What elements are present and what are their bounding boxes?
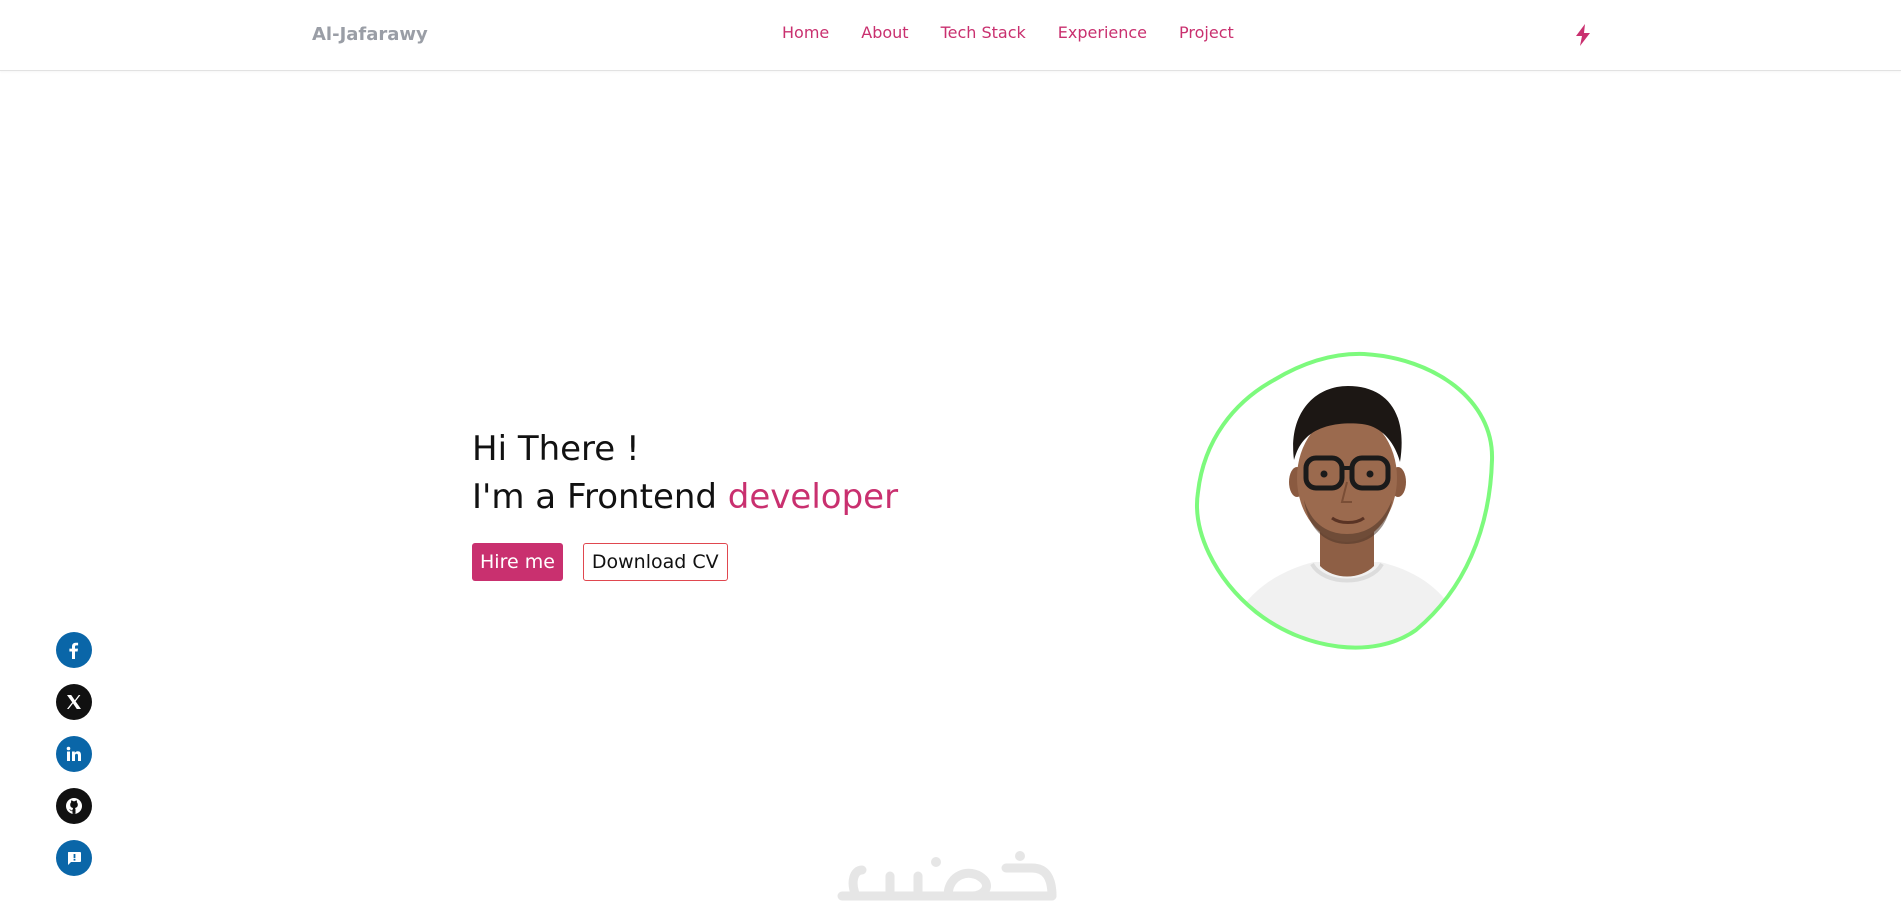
message-icon: [68, 852, 81, 865]
top-navbar: Al-Jafarawy Home About Tech Stack Experi…: [0, 0, 1901, 71]
social-links: [56, 632, 92, 876]
hero-greeting: Hi There !: [472, 429, 640, 469]
lightning-bolt-icon: [1576, 24, 1590, 46]
download-cv-button[interactable]: Download CV: [582, 543, 728, 581]
nav-project[interactable]: Project: [1179, 23, 1234, 42]
hero-role-prefix: I'm a Frontend: [472, 477, 728, 517]
hero-role-accent: developer: [727, 477, 899, 517]
linkedin-icon: [66, 746, 81, 761]
watermark-logo: [832, 848, 1066, 908]
facebook-link[interactable]: [56, 632, 92, 668]
theme-toggle-button[interactable]: [1570, 22, 1596, 48]
brand-logo-text[interactable]: Al-Jafarawy: [312, 24, 428, 45]
profile-photo: [1195, 351, 1495, 650]
nav-about[interactable]: About: [861, 23, 908, 42]
nav-home[interactable]: Home: [782, 23, 829, 42]
x-twitter-icon: [67, 695, 81, 709]
hero-text-block: Hi There ! I'm a Frontend developer: [472, 425, 992, 521]
linkedin-link[interactable]: [56, 736, 92, 772]
nav-tech-stack[interactable]: Tech Stack: [941, 23, 1026, 42]
hero-role-line: I'm a Frontend developer: [472, 473, 992, 521]
facebook-icon: [69, 642, 79, 659]
hero-actions: Hire me Download CV: [472, 543, 728, 581]
hire-me-button[interactable]: Hire me: [472, 543, 563, 581]
main-nav: Home About Tech Stack Experience Project: [782, 23, 1234, 42]
x-twitter-link[interactable]: [56, 684, 92, 720]
github-link[interactable]: [56, 788, 92, 824]
message-link[interactable]: [56, 840, 92, 876]
nav-experience[interactable]: Experience: [1058, 23, 1147, 42]
github-icon: [66, 798, 82, 814]
